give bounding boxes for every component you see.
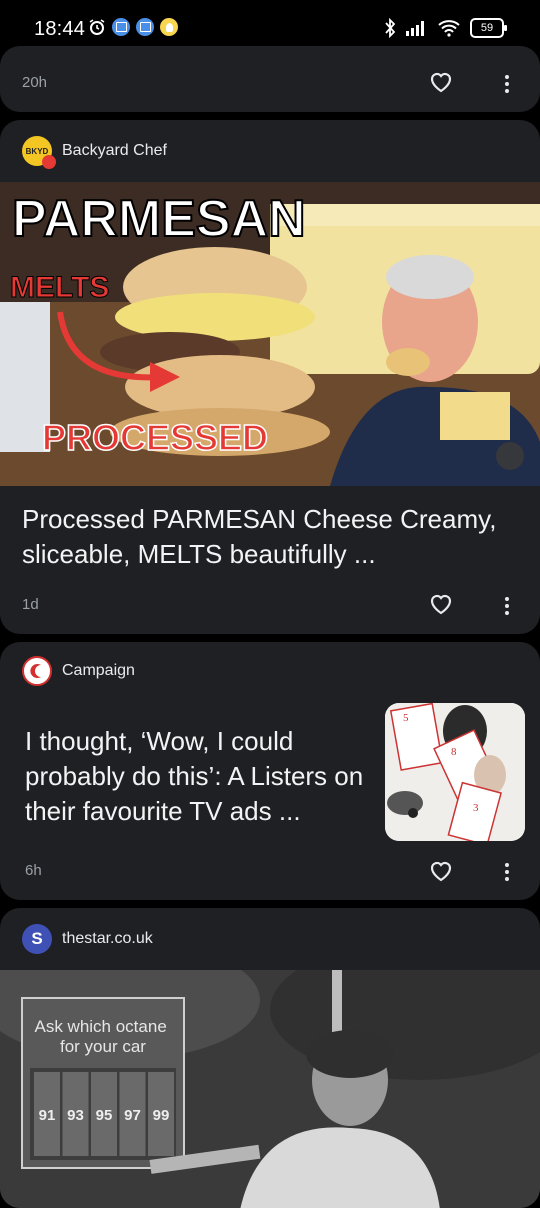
image-text-parmesan: PARMESAN bbox=[12, 190, 306, 248]
source-logo-text: BKYD bbox=[25, 146, 49, 156]
card-source[interactable]: Campaign bbox=[22, 656, 135, 686]
feed-card-backyard-chef[interactable]: BKYD Backyard Chef PARMESAN MELTS PROCES… bbox=[0, 120, 540, 634]
card-source[interactable]: BKYD Backyard Chef bbox=[22, 136, 167, 169]
card-timestamp: 20h bbox=[22, 74, 48, 91]
notification-icons bbox=[88, 18, 178, 36]
battery-indicator: 59 bbox=[470, 18, 507, 38]
notification-bulb-icon bbox=[160, 18, 178, 36]
more-vert-icon[interactable] bbox=[504, 860, 510, 884]
card-timestamp: 6h bbox=[25, 862, 42, 879]
wifi-icon bbox=[438, 20, 460, 37]
octane-value: 95 bbox=[96, 1107, 113, 1124]
image-text-melts: MELTS bbox=[10, 271, 109, 304]
alarm-icon bbox=[89, 19, 105, 35]
article-image[interactable]: Ask which octane for your car 91 93 95 97 99 bbox=[0, 970, 540, 1208]
bluetooth-icon bbox=[385, 18, 396, 38]
source-name: Backyard Chef bbox=[62, 142, 167, 159]
heart-icon[interactable] bbox=[428, 859, 454, 883]
octane-value: 91 bbox=[39, 1107, 56, 1124]
svg-text:8: 8 bbox=[451, 746, 457, 758]
image-text-processed: PROCESSED bbox=[42, 417, 268, 458]
source-name: Campaign bbox=[62, 662, 135, 679]
heart-icon[interactable] bbox=[428, 70, 454, 94]
source-logo: S bbox=[22, 924, 52, 954]
source-logo: BKYD bbox=[22, 136, 56, 169]
source-logo bbox=[22, 656, 52, 686]
octane-value: 97 bbox=[124, 1107, 141, 1124]
source-logo-letter: S bbox=[31, 929, 43, 948]
source-name: thestar.co.uk bbox=[62, 930, 153, 947]
feed-card-campaign[interactable]: Campaign I thought, ‘Wow, I could probab… bbox=[0, 642, 540, 900]
svg-text:3: 3 bbox=[473, 802, 479, 814]
card-source[interactable]: S thestar.co.uk bbox=[22, 924, 153, 954]
calendar-icon bbox=[112, 18, 130, 36]
feed-card-thestar[interactable]: S thestar.co.uk Ask which octane for you… bbox=[0, 908, 540, 1208]
card-headline[interactable]: Processed PARMESAN Cheese Creamy, slicea… bbox=[22, 502, 522, 572]
more-vert-icon[interactable] bbox=[504, 594, 510, 618]
system-icons: 59 bbox=[384, 18, 507, 38]
campaign-logo-icon bbox=[30, 664, 41, 678]
octane-value: 99 bbox=[153, 1107, 170, 1124]
card-headline[interactable]: I thought, ‘Wow, I could probably do thi… bbox=[25, 724, 370, 829]
more-vert-icon[interactable] bbox=[504, 72, 510, 96]
octane-values: 91 93 95 97 99 bbox=[34, 1072, 174, 1156]
status-time: 18:44 bbox=[34, 18, 86, 40]
heart-icon[interactable] bbox=[428, 592, 454, 616]
octane-value: 93 bbox=[67, 1107, 84, 1124]
card-timestamp: 1d bbox=[22, 596, 39, 613]
feed-card-partial[interactable]: 20h bbox=[0, 46, 540, 112]
calendar-icon bbox=[136, 18, 154, 36]
article-thumbnail[interactable]: 5 8 3 bbox=[385, 703, 525, 841]
svg-text:5: 5 bbox=[403, 712, 409, 724]
article-image[interactable]: PARMESAN MELTS PROCESSED bbox=[0, 182, 540, 486]
signal-icon bbox=[406, 21, 424, 36]
